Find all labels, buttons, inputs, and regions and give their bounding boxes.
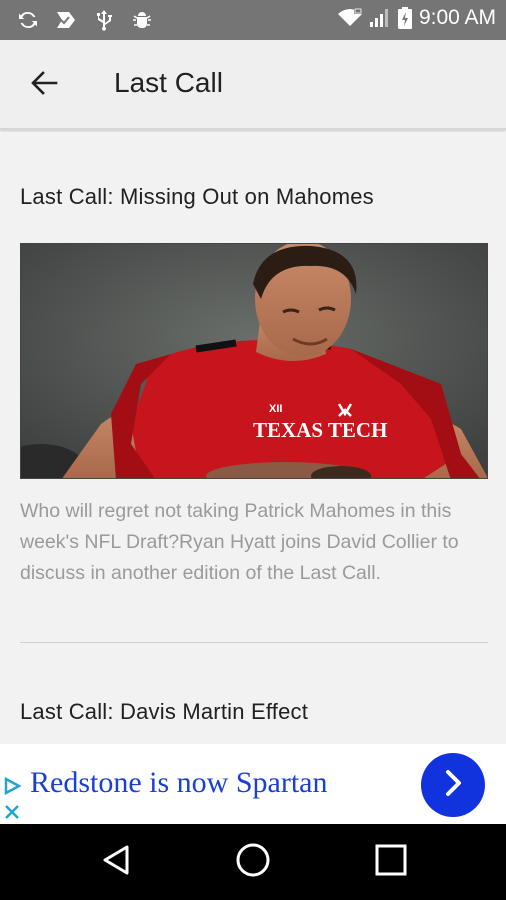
back-button[interactable] bbox=[24, 65, 64, 105]
ad-banner[interactable]: Redstone is now Spartan bbox=[0, 744, 506, 824]
usb-icon bbox=[92, 8, 116, 32]
wifi-icon bbox=[337, 6, 362, 30]
ad-open-button[interactable] bbox=[421, 753, 485, 817]
nav-home-button[interactable] bbox=[233, 842, 273, 882]
article-summary: Who will regret not taking Patrick Mahom… bbox=[20, 500, 459, 584]
jersey-patch: XII bbox=[269, 403, 282, 415]
signal-icon bbox=[367, 6, 391, 30]
sync-icon bbox=[16, 8, 40, 32]
app-bar: Last Call bbox=[0, 40, 506, 130]
jersey-text: TEXAS TECH bbox=[253, 418, 387, 442]
home-circle-icon bbox=[235, 842, 271, 883]
ad-text[interactable]: Redstone is now Spartan bbox=[30, 766, 327, 800]
divider bbox=[20, 642, 488, 643]
nav-back-button[interactable] bbox=[96, 842, 136, 882]
status-time: 9:00 AM bbox=[418, 6, 496, 29]
status-bar: 9:00 AM bbox=[0, 0, 506, 40]
chevron-right-icon bbox=[438, 768, 468, 803]
android-debug-icon bbox=[130, 8, 154, 32]
nav-recents-button[interactable] bbox=[371, 842, 411, 882]
back-triangle-icon bbox=[100, 844, 132, 881]
recents-square-icon bbox=[374, 843, 408, 882]
article-title[interactable]: Last Call: Missing Out on Mahomes bbox=[20, 184, 488, 210]
article-title[interactable]: Last Call: Davis Martin Effect bbox=[20, 699, 488, 725]
status-right-icons: 9:00 AM bbox=[337, 6, 496, 30]
back-arrow-icon bbox=[29, 68, 59, 103]
page-title: Last Call bbox=[114, 67, 223, 98]
nav-bar bbox=[0, 824, 506, 900]
article-thumbnail[interactable]: TEXAS TECH XII bbox=[20, 243, 488, 479]
ad-badge[interactable] bbox=[0, 774, 24, 824]
status-left-icons bbox=[16, 8, 154, 32]
player-photo: TEXAS TECH XII bbox=[21, 244, 487, 478]
article-list[interactable]: Last Call: Missing Out on Mahomes TEXAS … bbox=[0, 132, 506, 744]
battery-icon bbox=[397, 6, 413, 30]
ad-choices-icon[interactable] bbox=[2, 776, 22, 801]
inbox-check-icon bbox=[54, 8, 78, 32]
